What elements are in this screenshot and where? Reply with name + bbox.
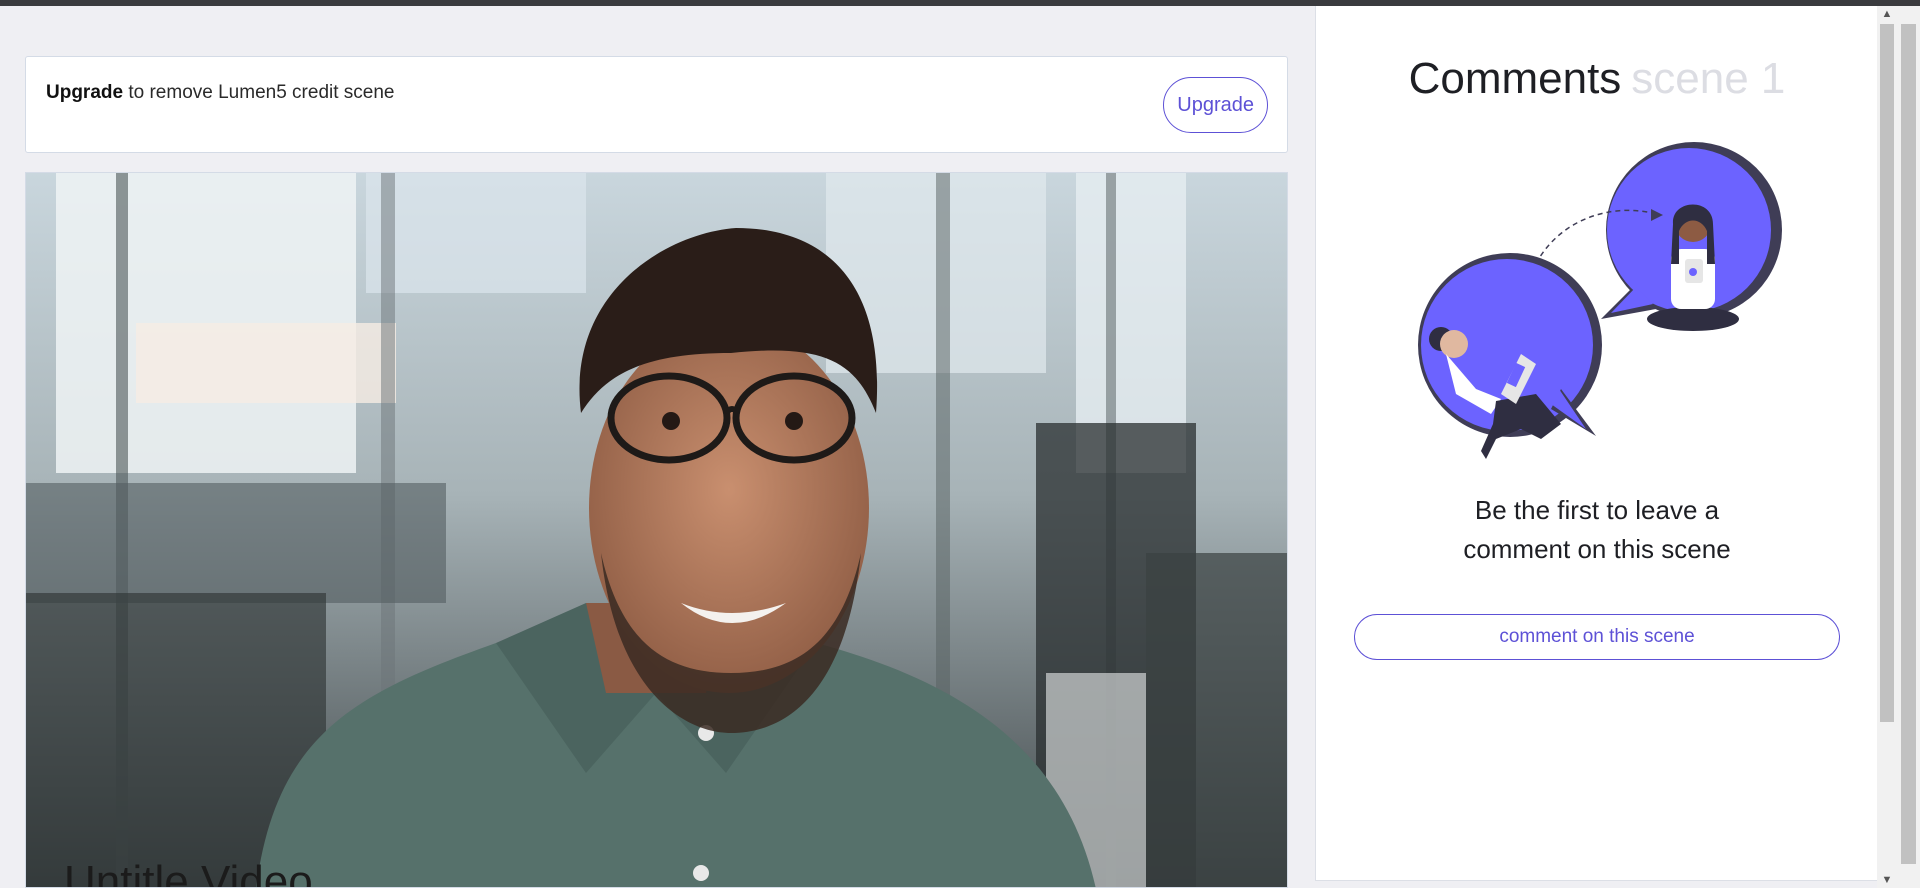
page-scrollbar-thumb[interactable] xyxy=(1901,24,1916,864)
upgrade-button[interactable]: Upgrade xyxy=(1163,77,1268,133)
empty-comments-line-2: comment on this scene xyxy=(1463,534,1731,564)
upgrade-banner-strong: Upgrade xyxy=(46,82,124,103)
empty-comments-illustration xyxy=(1418,142,1782,459)
upgrade-banner-message: to remove Lumen5 credit scene xyxy=(123,82,395,103)
scroll-down-arrow-icon[interactable]: ▼ xyxy=(1877,872,1897,888)
main-area: Upgrade to remove Lumen5 credit scene Up… xyxy=(0,6,1314,888)
panel-scrollbar-thumb[interactable] xyxy=(1880,24,1894,722)
scroll-up-arrow-icon[interactable]: ▲ xyxy=(1877,6,1897,22)
comments-panel: Commentsscene 1 Be the first to leave a xyxy=(1315,6,1878,881)
comments-title: Comments scene 1 xyxy=(1316,54,1878,104)
scene-label: scene 1 xyxy=(1631,54,1786,103)
video-title-overlay: Untitle Video xyxy=(64,857,313,888)
upgrade-banner-text: Upgrade to remove Lumen5 credit scene xyxy=(46,82,395,104)
video-frame-image xyxy=(26,173,1287,887)
empty-comments-message: Be the first to leave a comment on this … xyxy=(1316,491,1878,569)
comments-heading: Comments xyxy=(1408,54,1622,103)
comment-on-scene-button[interactable]: comment on this scene xyxy=(1354,614,1840,660)
upgrade-banner: Upgrade to remove Lumen5 credit scene Up… xyxy=(25,56,1288,153)
scene-video-preview[interactable]: Untitle Video xyxy=(25,172,1288,888)
empty-comments-line-1: Be the first to leave a xyxy=(1474,495,1720,525)
